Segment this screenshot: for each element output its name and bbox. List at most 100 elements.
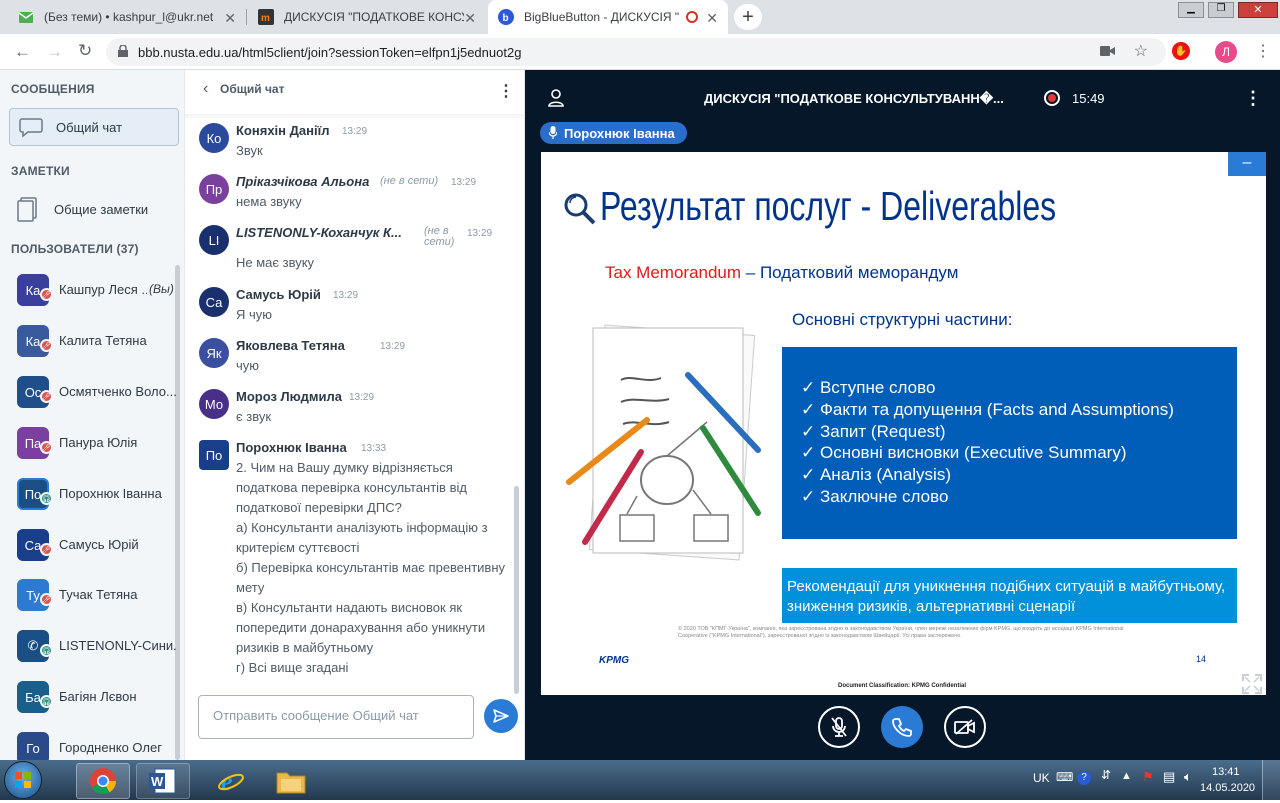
minimize-presentation-button[interactable]: – <box>1228 152 1266 176</box>
user-icon[interactable] <box>547 89 565 112</box>
browser-menu-icon[interactable]: ⋮ <box>1255 41 1271 61</box>
checklist-item-text: Заключне слово <box>819 486 949 506</box>
notes-icon <box>17 196 39 227</box>
windows-start-button[interactable] <box>4 761 42 799</box>
internet-explorer-taskbar-button[interactable]: e <box>204 763 258 799</box>
unmute-button[interactable] <box>818 706 860 748</box>
meeting-title: ДИСКУСІЯ "ПОДАТКОВЕ КОНСУЛЬТУВАНН�... <box>704 91 1004 106</box>
muted-microphone-icon: 🎤︎ <box>40 288 53 301</box>
checklist-item-text: Аналіз (Analysis) <box>819 465 951 485</box>
message-avatar: Ко <box>199 123 229 153</box>
message-time: 13:29 <box>349 392 375 403</box>
user-list-item[interactable]: Ос 🎤︎ Осмятченко Воло... <box>0 366 180 416</box>
recommendation-box: Рекомендації для уникнення подібних ситу… <box>782 568 1237 623</box>
public-chat-item[interactable]: Общий чат <box>9 108 179 146</box>
user-list-item[interactable]: Го Городненко Олег <box>0 722 180 760</box>
chat-message-input[interactable]: Отправить сообщение Общий чат <box>198 695 474 739</box>
checkmark-icon: ✓ <box>801 421 820 441</box>
user-name: Багіян Лєвон <box>59 689 137 704</box>
mail-icon <box>18 9 34 25</box>
word-taskbar-button[interactable]: W <box>136 763 190 799</box>
user-list-item[interactable]: Ту 🎤︎ Тучак Тетяна <box>0 569 180 619</box>
user-name: Калита Тетяна <box>59 333 147 348</box>
tab-mail[interactable]: (Без теми) • kashpur_l@ukr.net ✕ <box>8 0 246 34</box>
send-message-button[interactable] <box>484 699 518 733</box>
chat-options-icon[interactable]: ⋮ <box>498 81 514 101</box>
keyboard-icon[interactable]: ⌨ <box>1056 770 1073 784</box>
camera-blocked-icon[interactable] <box>1100 45 1116 60</box>
record-icon[interactable] <box>1044 90 1060 106</box>
message-text: Я чую <box>236 307 273 322</box>
clock-date[interactable]: 14.05.2020 <box>1200 782 1255 794</box>
back-icon[interactable]: ← <box>14 42 31 62</box>
action-center-icon[interactable]: ⚑ <box>1142 769 1154 785</box>
checklist-item: ✓ Факти та допущення (Facts and Assumpti… <box>801 399 1237 421</box>
document-sketch-illustration <box>566 324 761 561</box>
help-icon[interactable]: ? <box>1077 771 1091 785</box>
hide-chat-chevron-icon[interactable]: ‹ <box>203 80 208 98</box>
user-list-item[interactable]: По 🎧︎ Порохнюк Іванна <box>0 468 180 518</box>
keyboard-language[interactable]: UK <box>1033 771 1050 785</box>
minimize-window-button[interactable]: ▁ <box>1178 2 1204 18</box>
chat-title[interactable]: Общий чат <box>220 82 284 96</box>
leave-audio-button[interactable] <box>881 706 923 748</box>
user-avatar: Го <box>17 732 49 760</box>
bookmark-star-icon[interactable]: ☆ <box>1134 41 1148 61</box>
clock-time[interactable]: 13:41 <box>1212 766 1240 778</box>
message-author: Мороз Людмила <box>236 389 342 404</box>
extension-icon[interactable]: ✋ <box>1172 42 1190 60</box>
show-desktop-button[interactable] <box>1262 760 1280 800</box>
close-tab-icon[interactable]: ✕ <box>706 10 718 27</box>
forward-icon[interactable]: → <box>46 42 63 62</box>
reload-icon[interactable]: ↻ <box>78 41 92 61</box>
muted-microphone-icon: 🎤︎ <box>40 390 53 403</box>
page-number: 14 <box>1196 654 1207 664</box>
user-list-item[interactable]: Ка 🎤︎ Кашпур Леся ... (Вы) <box>0 264 180 314</box>
message-avatar: Пр <box>199 174 229 204</box>
chat-header: ‹ Общий чат ⋮ <box>185 70 524 114</box>
listen-only-headphones-icon: 🎧︎ <box>40 644 53 657</box>
user-list-item[interactable]: Ба 🎧︎ Багіян Лєвон <box>0 671 180 721</box>
checklist-item-text: Вступне слово <box>819 378 936 397</box>
address-bar[interactable]: bbb.nusta.edu.ua/html5client/join?sessio… <box>106 38 1166 66</box>
svg-text:b: b <box>503 13 509 24</box>
shared-notes-item[interactable]: Общие заметки <box>9 190 179 228</box>
volume-icon[interactable]: 🔈︎ <box>1184 769 1192 785</box>
fullscreen-icon[interactable] <box>1242 674 1262 699</box>
message-time: 13:29 <box>451 177 477 188</box>
subtitle-rest-part: – Податковий меморандум <box>741 263 959 282</box>
close-window-button[interactable]: ✕ <box>1238 2 1278 18</box>
message-author: Самусь Юрій <box>236 287 321 302</box>
new-tab-button[interactable]: + <box>734 4 762 30</box>
tab-bigbluebutton[interactable]: b BigBlueButton - ДИСКУСІЯ " ✕ <box>488 0 728 34</box>
options-menu-icon[interactable]: ⋮ <box>1244 88 1262 109</box>
message-text: є звук <box>236 409 272 424</box>
message-text: нема звуку <box>236 194 302 209</box>
user-list-item[interactable]: Са 🎤︎ Самусь Юрій <box>0 519 180 569</box>
share-webcam-button[interactable] <box>944 706 986 748</box>
message-author: LISTENONLY-Коханчук К... <box>236 225 401 240</box>
chrome-taskbar-button[interactable] <box>76 763 130 799</box>
user-list-item[interactable]: Па 🎤︎ Панура Юлія <box>0 417 180 467</box>
tray-icon[interactable]: ⇵ <box>1101 768 1111 782</box>
microphone-icon <box>548 126 558 142</box>
talking-indicator[interactable]: Порохнюк Іванна <box>540 122 687 144</box>
close-tab-icon[interactable]: ✕ <box>224 10 236 27</box>
message-text: Не має звуку <box>236 255 315 270</box>
file-explorer-taskbar-button[interactable] <box>264 763 318 799</box>
message-avatar: Як <box>199 338 229 368</box>
public-chat-label: Общий чат <box>56 120 123 135</box>
user-list-item[interactable]: ✆ 🎧︎ LISTENONLY-Сини... <box>0 620 180 670</box>
user-list-item[interactable]: Ка 🎤︎ Калита Тетяна <box>0 315 180 365</box>
tab-title: BigBlueButton - ДИСКУСІЯ " <box>524 10 680 24</box>
close-tab-icon[interactable]: ✕ <box>464 10 476 27</box>
show-hidden-icons-icon[interactable]: ▲ <box>1121 770 1132 782</box>
maximize-window-button[interactable]: ❐ <box>1208 2 1234 18</box>
word-icon: W <box>149 768 176 794</box>
window-controls: ▁ ❐ ✕ <box>1178 2 1278 20</box>
network-icon[interactable]: ▤ <box>1163 769 1175 785</box>
profile-avatar[interactable]: Л <box>1215 41 1237 63</box>
current-user-suffix: (Вы) <box>149 282 174 296</box>
tab-discussion[interactable]: m ДИСКУСІЯ "ПОДАТКОВЕ КОНСУ ✕ <box>248 0 486 34</box>
chat-scrollbar[interactable] <box>514 486 519 694</box>
